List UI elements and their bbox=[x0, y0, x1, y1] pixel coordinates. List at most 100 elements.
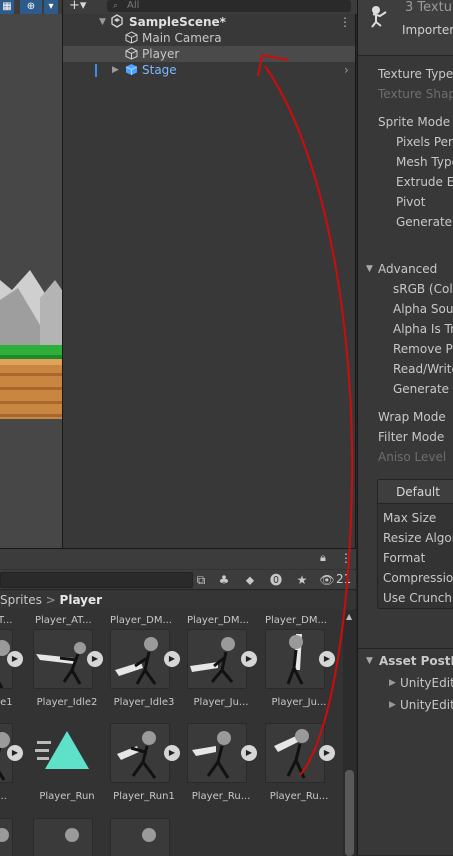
play-animation-icon[interactable]: ▶ bbox=[7, 745, 23, 761]
project-panel: 🔒︎ ⋮ ⧉ ♣ ⬥ ⓿ ★ 👁︎ 21 Sprites > Player T.… bbox=[0, 548, 356, 856]
scene-menu-icon[interactable]: ⋮ bbox=[339, 14, 351, 30]
wrap-mode-label: Wrap Mode bbox=[378, 410, 446, 424]
filter-mode-label: Filter Mode bbox=[378, 430, 445, 444]
scene-view[interactable]: ▦ ⊕ ▾ bbox=[0, 0, 62, 548]
breadcrumb-player[interactable]: Player bbox=[60, 593, 103, 607]
postprocessor-foldout-icon[interactable]: ▼ bbox=[366, 656, 373, 666]
chevron-down-icon[interactable]: ▾ bbox=[44, 0, 58, 14]
background-mountains bbox=[0, 270, 62, 350]
use-crunch-label: Use Crunch C bbox=[383, 591, 453, 605]
asset-label: Player_Idle2 bbox=[36, 697, 98, 708]
scene-name: SampleScene* bbox=[129, 15, 226, 29]
hierarchy-item-label: Player bbox=[142, 47, 180, 61]
tab-default-platform[interactable]: Default bbox=[378, 480, 453, 504]
resize-algorithm-label: Resize Algori bbox=[383, 531, 453, 545]
asset-label: Player_Ru... bbox=[191, 791, 251, 802]
inspector-subtitle: Importer bbox=[402, 23, 453, 37]
search-placeholder: All bbox=[127, 0, 140, 11]
alpha-is-transparency-label: Alpha Is Tra bbox=[393, 322, 453, 336]
hierarchy-panel: +▾ ⌕ All ▼ SampleScene* ⋮ Main Camera Pl… bbox=[62, 0, 357, 548]
play-animation-icon[interactable]: ▶ bbox=[241, 745, 257, 761]
asset-postprocessors-header[interactable]: Asset PostPr bbox=[379, 653, 453, 669]
postprocessor-item: UnityEdito bbox=[400, 676, 453, 690]
expand-arrow-icon[interactable]: ▶ bbox=[112, 62, 119, 78]
play-animation-icon[interactable]: ▶ bbox=[319, 651, 335, 667]
asset-label: Player_DM... bbox=[265, 615, 327, 626]
asset-label: Player_Ru... bbox=[269, 791, 329, 802]
sprite-thumbnail bbox=[265, 629, 325, 689]
inspector-title: 3 Textu bbox=[405, 0, 452, 15]
sprite-thumbnail bbox=[110, 818, 170, 856]
hierarchy-search-input[interactable]: ⌕ All bbox=[107, 0, 351, 12]
hierarchy-item-stage[interactable]: ▶ Stage › bbox=[63, 62, 355, 78]
sprite-thumbnail bbox=[33, 818, 93, 856]
play-animation-icon[interactable]: ▶ bbox=[241, 651, 257, 667]
grid-toggle-button[interactable]: ▦ bbox=[0, 0, 14, 14]
format-label: Format bbox=[383, 551, 426, 565]
log-types-icon[interactable]: ⓿ bbox=[268, 573, 284, 587]
project-tab-bar: 🔒︎ ⋮ bbox=[0, 549, 356, 569]
sprite-thumbnail bbox=[33, 629, 93, 689]
play-animation-icon[interactable]: ▶ bbox=[87, 651, 103, 667]
compression-label: Compressio bbox=[383, 571, 453, 585]
expand-arrow-icon[interactable]: ▼ bbox=[99, 14, 106, 30]
project-search-input[interactable] bbox=[0, 572, 193, 588]
hidden-packages-eye-icon[interactable]: 👁︎ bbox=[318, 573, 336, 587]
dirt-tile bbox=[0, 359, 62, 419]
lock-icon[interactable]: 🔒︎ bbox=[320, 551, 326, 565]
animation-clip-icon bbox=[33, 723, 93, 783]
asset-label: Player_Ju... bbox=[193, 697, 249, 708]
sprite-thumbnail bbox=[110, 629, 170, 689]
play-animation-icon[interactable]: ▶ bbox=[7, 651, 23, 667]
prefab-override-bar bbox=[95, 64, 97, 77]
sprite-thumbnail bbox=[265, 723, 325, 783]
scene-toolbar: ▦ ⊕ ▾ bbox=[0, 0, 62, 14]
pivot-label: Pivot bbox=[396, 195, 426, 209]
section-divider bbox=[358, 648, 453, 649]
expand-arrow-icon[interactable]: ▶ bbox=[389, 700, 396, 710]
asset-label: Player_Run1 bbox=[113, 791, 175, 802]
mesh-type-label: Mesh Type bbox=[396, 155, 453, 169]
scene-row[interactable]: ▼ SampleScene* ⋮ bbox=[63, 14, 355, 30]
asset-label: Player_DM... bbox=[187, 615, 249, 626]
filter-by-label-icon[interactable]: ⬥ bbox=[242, 573, 258, 587]
sprite-thumbnail bbox=[187, 629, 247, 689]
advanced-foldout[interactable]: Advanced bbox=[378, 261, 437, 277]
filter-by-type-icon[interactable]: ♣ bbox=[216, 573, 232, 587]
hierarchy-toolbar: +▾ ⌕ All bbox=[63, 0, 357, 14]
search-by-type-icon[interactable]: ⧉ bbox=[193, 573, 209, 587]
scroll-up-icon[interactable]: ▲ bbox=[346, 612, 352, 621]
gizmo-icon[interactable]: ⊕ bbox=[20, 0, 42, 14]
chevron-right-icon[interactable]: › bbox=[344, 62, 349, 78]
extrude-edges-label: Extrude Ed bbox=[396, 175, 453, 189]
play-animation-icon[interactable]: ▶ bbox=[319, 745, 335, 761]
play-animation-icon[interactable]: ▶ bbox=[164, 745, 180, 761]
project-scrollbar[interactable]: ▲ bbox=[343, 610, 356, 856]
hierarchy-item-player[interactable]: Player bbox=[63, 46, 355, 62]
texture-type-label: Texture Type bbox=[378, 67, 453, 81]
panel-menu-icon[interactable]: ⋮ bbox=[340, 551, 352, 565]
play-animation-icon[interactable]: ▶ bbox=[164, 651, 180, 667]
postprocessor-item: UnityEdito bbox=[400, 698, 453, 712]
add-object-button[interactable]: +▾ bbox=[69, 0, 86, 13]
generate-physics-label: Generate P bbox=[396, 215, 453, 229]
scrollbar-thumb[interactable] bbox=[345, 770, 354, 856]
sprite-mode-label: Sprite Mode bbox=[378, 115, 451, 129]
breadcrumb-sprites[interactable]: Sprites bbox=[0, 593, 42, 607]
grass-tile bbox=[0, 345, 62, 359]
expand-arrow-icon[interactable]: ▶ bbox=[389, 678, 396, 688]
alpha-source-label: Alpha Sour bbox=[393, 302, 453, 316]
advanced-foldout-icon[interactable]: ▼ bbox=[366, 264, 373, 274]
read-write-label: Read/Write bbox=[393, 362, 453, 376]
hierarchy-item-main-camera[interactable]: Main Camera bbox=[63, 30, 355, 46]
sprite-thumbnail bbox=[0, 818, 13, 856]
inspector-header: 3 Textu Importer bbox=[358, 0, 453, 56]
favorites-star-icon[interactable]: ★ bbox=[294, 573, 310, 587]
prefab-cube-icon bbox=[125, 63, 138, 80]
max-size-label: Max Size bbox=[383, 511, 437, 525]
asset-label: Player_Run bbox=[39, 791, 95, 802]
sprite-thumbnail bbox=[187, 723, 247, 783]
pixels-per-unit-label: Pixels Per bbox=[396, 135, 453, 149]
hidden-count: 21 bbox=[336, 572, 352, 586]
asset-label: Player_Idle3 bbox=[113, 697, 175, 708]
